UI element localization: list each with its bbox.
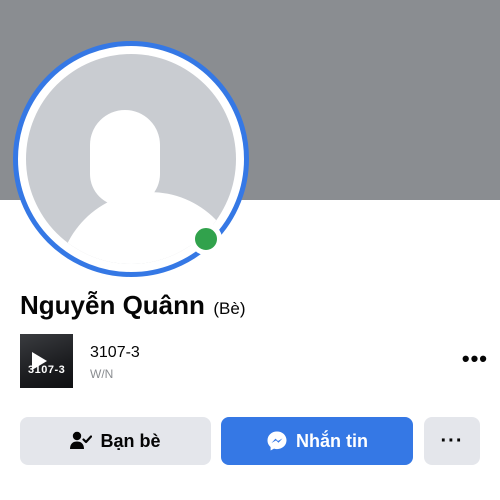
work-subtitle: W/N — [90, 367, 114, 381]
message-button[interactable]: Nhắn tin — [221, 417, 413, 465]
more-options-icon[interactable]: ••• — [462, 348, 488, 370]
work-info-row[interactable]: 3107-3 3107-3 W/N ••• — [20, 334, 490, 388]
thumbnail-text: 3107-3 — [28, 364, 66, 376]
ellipsis-icon: ··· — [440, 430, 464, 452]
friends-button-label: Bạn bè — [100, 430, 161, 451]
profile-name-row: Nguyễn Quânn (Bè) — [20, 290, 245, 321]
messenger-icon — [266, 430, 288, 452]
work-thumbnail[interactable]: 3107-3 — [20, 334, 73, 388]
alternate-name: (Bè) — [213, 299, 246, 318]
profile-name: Nguyễn Quânn — [20, 290, 205, 320]
work-title[interactable]: 3107-3 — [90, 344, 140, 362]
more-actions-button[interactable]: ··· — [424, 417, 480, 465]
message-button-label: Nhắn tin — [296, 430, 368, 451]
friends-button[interactable]: Bạn bè — [20, 417, 211, 465]
person-check-icon — [70, 431, 93, 451]
online-status-dot — [190, 223, 222, 255]
